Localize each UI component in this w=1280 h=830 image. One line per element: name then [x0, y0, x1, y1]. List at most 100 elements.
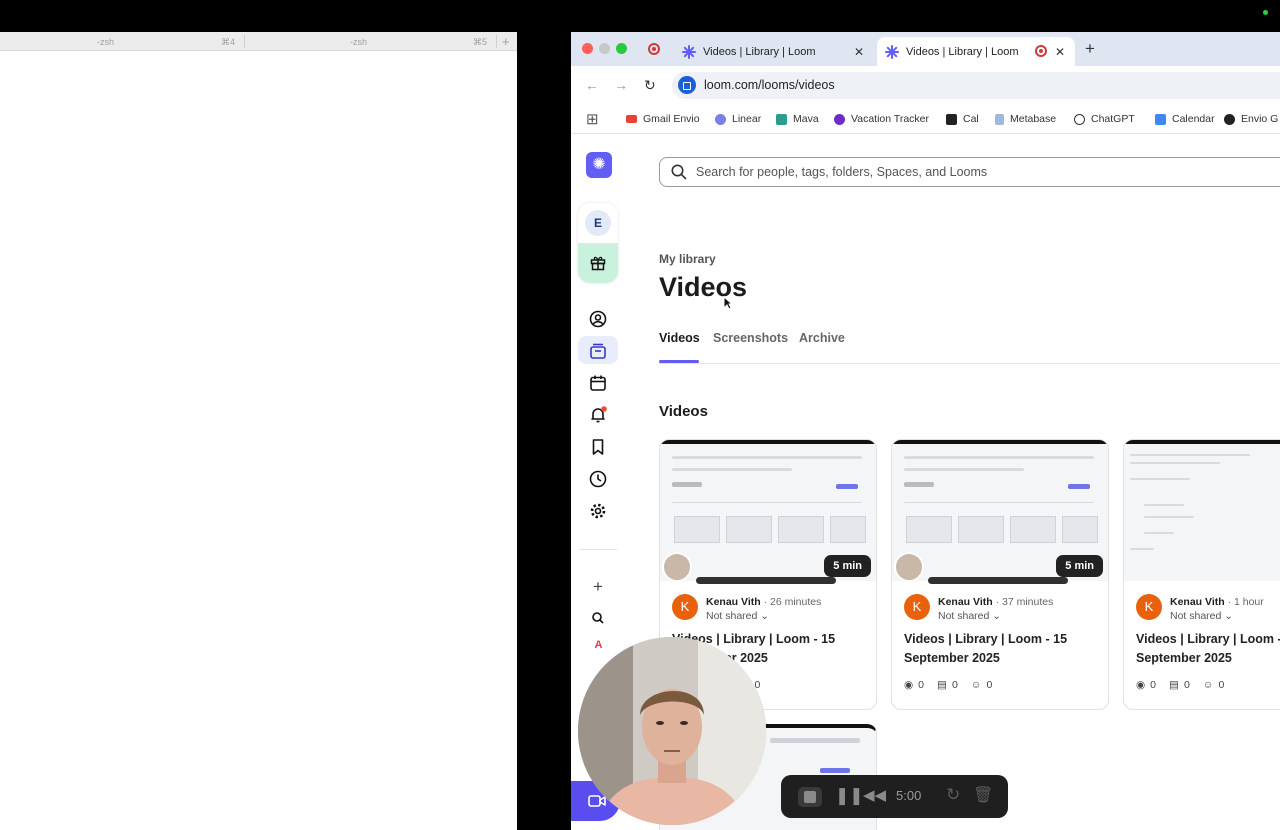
stop-button[interactable] — [798, 787, 822, 807]
video-meta: Kenau Vith · 37 minutes — [938, 596, 1054, 608]
new-tab-button[interactable]: + — [1085, 39, 1095, 59]
terminal-tab-1-shortcut: ⌘4 — [221, 37, 236, 47]
browser-tab-1[interactable]: Videos | Library | Loom ✕ — [674, 37, 874, 66]
cal-icon — [946, 113, 957, 125]
bookmark-linear[interactable]: Linear — [715, 113, 761, 125]
bookmark-icon[interactable] — [589, 438, 607, 456]
comments-icon: ▤ — [937, 679, 947, 691]
author-avatar: K — [672, 594, 698, 620]
settings-gear-icon[interactable] — [589, 502, 607, 520]
library-icon[interactable] — [589, 342, 607, 360]
video-title[interactable]: Videos | Library | Loom - 15 September 2… — [904, 630, 1100, 668]
tab-recording-icon — [1035, 45, 1047, 57]
gift-icon — [590, 256, 606, 271]
bookmark-cal[interactable]: Cal — [946, 113, 979, 125]
presenter-avatar — [662, 552, 692, 582]
video-thumbnail[interactable]: 5 min — [660, 440, 876, 584]
video-thumbnail[interactable] — [1124, 440, 1280, 581]
tab-videos[interactable]: Videos — [659, 331, 700, 345]
terminal-new-tab-button[interactable]: + — [502, 34, 510, 49]
search-icon — [671, 164, 687, 180]
terminal-tab-divider — [244, 35, 245, 48]
bookmark-metabase[interactable]: Metabase — [995, 113, 1056, 125]
add-icon[interactable]: + — [589, 578, 607, 596]
calendar-icon[interactable] — [589, 374, 607, 392]
terminal-tab-1[interactable]: -zsh — [97, 37, 114, 47]
loom-favicon-icon — [682, 44, 696, 59]
loom-logo-icon[interactable]: ✺ — [586, 152, 612, 178]
zoom-window-button[interactable] — [616, 43, 627, 54]
author-avatar: K — [1136, 594, 1162, 620]
comments-icon: ▤ — [1169, 679, 1179, 691]
history-clock-icon[interactable] — [589, 470, 607, 488]
account-switcher[interactable]: E — [578, 203, 618, 283]
terminal-tab-bar: -zsh ⌘4 -zsh ⌘5 + — [0, 32, 517, 51]
profile-icon[interactable] — [589, 310, 607, 328]
forward-arrow-icon[interactable]: → — [614, 77, 628, 93]
notifications-bell-icon[interactable] — [589, 406, 607, 424]
bookmark-label: Envio G — [1241, 113, 1279, 125]
bookmark-label: Mava — [793, 113, 819, 125]
rewind-icon[interactable]: ◀◀ — [863, 786, 886, 804]
reload-icon[interactable]: ↻ — [644, 77, 656, 94]
bookmark-vacation-tracker[interactable]: Vacation Tracker — [834, 113, 929, 125]
url-text[interactable]: loom.com/looms/videos — [704, 78, 835, 92]
sharing-dropdown[interactable]: Not shared ⌄ — [938, 610, 1001, 622]
reactions-smile-icon: ☺ — [970, 679, 982, 691]
gift-button[interactable] — [578, 243, 618, 283]
webcam-video — [578, 637, 766, 825]
webcam-bubble[interactable] — [578, 637, 766, 825]
bookmark-chatgpt[interactable]: ChatGPT — [1074, 113, 1135, 125]
user-avatar[interactable]: E — [585, 210, 611, 236]
video-card[interactable]: 5 min K Kenau Vith · 37 minutes Not shar… — [891, 439, 1109, 710]
close-tab-icon[interactable]: ✕ — [854, 45, 864, 59]
browser-tab-1-title: Videos | Library | Loom — [703, 45, 816, 58]
bookmark-label: Cal — [963, 113, 979, 125]
chatgpt-icon — [1074, 113, 1085, 125]
trash-icon[interactable]: 🗑 — [973, 785, 993, 805]
bookmark-gmail-envio[interactable]: Gmail Envio — [626, 113, 700, 125]
author-name: Kenau Vith — [706, 596, 761, 608]
breadcrumb[interactable]: My library — [659, 252, 716, 266]
bookmark-label: ChatGPT — [1091, 113, 1135, 125]
video-card[interactable]: K Kenau Vith · 1 hour Not shared ⌄ Video… — [1123, 439, 1280, 710]
author-name: Kenau Vith — [1170, 596, 1225, 608]
close-tab-icon[interactable]: ✕ — [1055, 45, 1065, 59]
stop-icon — [804, 791, 816, 803]
comments-count: 0 — [951, 679, 958, 691]
sharing-dropdown[interactable]: Not shared ⌄ — [706, 610, 769, 622]
restart-icon[interactable]: ↻ — [946, 785, 960, 805]
bookmark-label: Metabase — [1010, 113, 1057, 125]
author-name: Kenau Vith — [938, 596, 993, 608]
bookmark-envio-github[interactable]: Envio G — [1224, 113, 1278, 125]
video-stats: ◉ 0 ▤ 0 ☺ 0 — [904, 679, 992, 691]
bookmark-calendar[interactable]: Calendar — [1155, 113, 1215, 125]
apps-grid-icon[interactable]: ⊞ — [586, 110, 599, 128]
back-arrow-icon[interactable]: ← — [585, 77, 599, 93]
tab-archive[interactable]: Archive — [799, 331, 845, 345]
minimize-window-button[interactable] — [599, 43, 610, 54]
chevron-down-icon: ⌄ — [992, 610, 1002, 622]
site-info-icon[interactable] — [678, 76, 696, 94]
browser-tab-2-title: Videos | Library | Loom — [906, 45, 1019, 58]
video-thumbnail[interactable]: 5 min — [892, 440, 1108, 584]
duration-badge: 5 min — [1056, 555, 1103, 577]
tab-screenshots[interactable]: Screenshots — [713, 331, 788, 345]
search-icon[interactable] — [589, 609, 607, 627]
github-icon — [1224, 113, 1235, 125]
bookmark-mava[interactable]: Mava — [776, 113, 819, 125]
comments-count: 0 — [1183, 679, 1190, 691]
views-count: 0 — [1150, 679, 1157, 691]
browser-tab-2[interactable]: Videos | Library | Loom ✕ — [877, 37, 1075, 66]
thumbnail-recording-bar — [928, 577, 1068, 584]
views-eye-icon: ◉ — [1136, 679, 1146, 691]
terminal-tab-2[interactable]: -zsh — [350, 37, 367, 47]
close-window-button[interactable] — [582, 43, 593, 54]
video-title[interactable]: Videos | Library | Loom - 15 September 2… — [1136, 630, 1280, 668]
workspace-badge[interactable]: A — [591, 639, 606, 654]
chevron-down-icon: ⌄ — [760, 610, 770, 622]
sharing-dropdown[interactable]: Not shared ⌄ — [1170, 610, 1233, 622]
pause-icon[interactable]: ❚❚ — [835, 786, 864, 806]
video-time: 26 minutes — [770, 596, 822, 608]
terminal-tab-divider — [496, 35, 497, 48]
